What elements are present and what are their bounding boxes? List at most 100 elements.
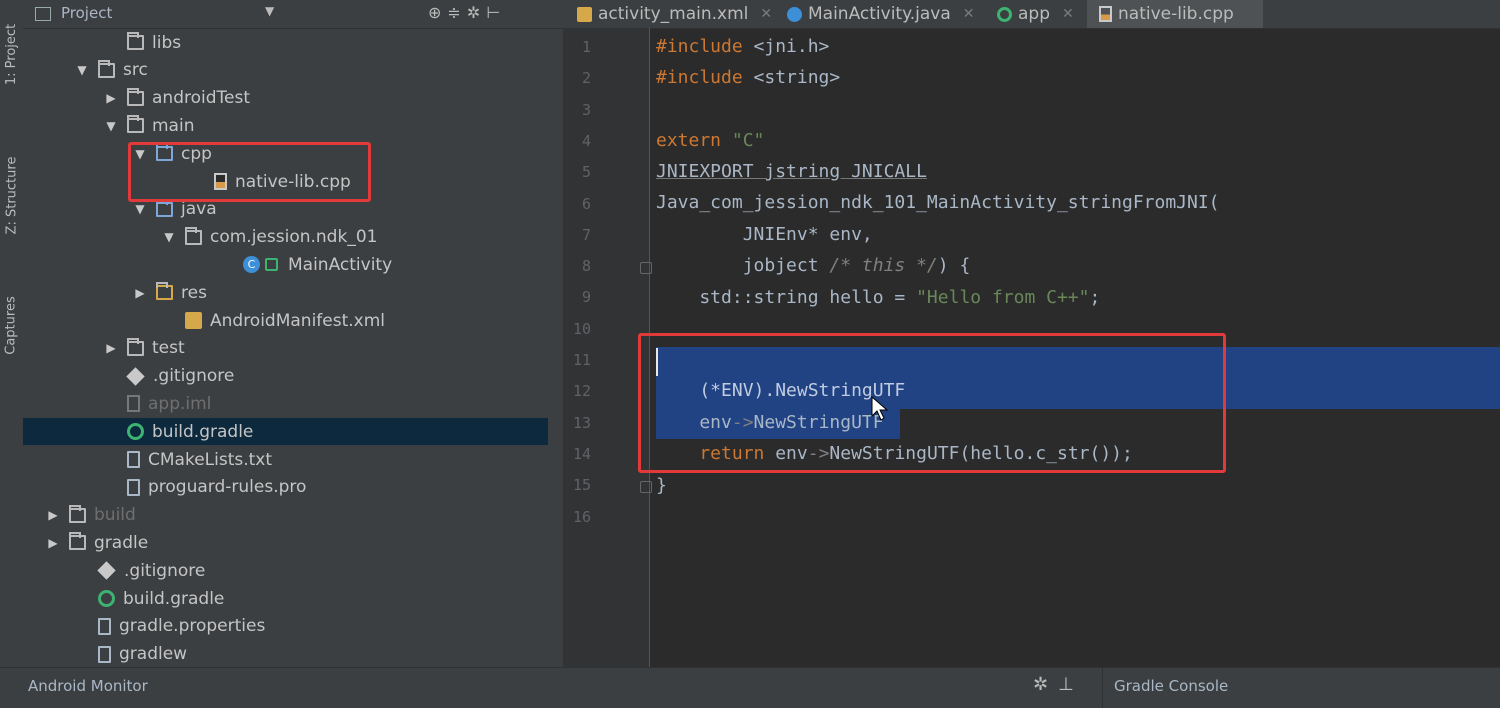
close-icon[interactable]: ✕ — [963, 6, 975, 22]
hide-panel-icon[interactable]: ⊢ — [486, 3, 506, 22]
tree-item[interactable]: CMakeLists.txt — [23, 446, 548, 473]
line-number: 10 — [572, 319, 591, 338]
project-tool-tab[interactable]: 1: Project — [0, 8, 23, 100]
tree-item[interactable]: libs — [23, 29, 548, 56]
gear-icon[interactable]: ✲ — [467, 3, 486, 22]
collapse-arrow-icon[interactable]: ▶ — [47, 508, 59, 522]
structure-tool-tab[interactable]: Z: Structure — [0, 140, 23, 250]
line-number: 12 — [572, 382, 591, 401]
tab-activity-main-xml[interactable]: activity_main.xml ✕ — [563, 0, 775, 28]
expand-arrow-icon[interactable]: ▼ — [76, 63, 88, 77]
project-view-selector[interactable]: Project — [61, 4, 112, 22]
gradle-console-tab[interactable]: Gradle Console — [1114, 677, 1228, 695]
text-file-icon — [127, 478, 140, 496]
tree-item[interactable]: build.gradle — [23, 418, 548, 446]
tree-item[interactable]: ▶ androidTest — [23, 85, 548, 112]
tree-item-label: com.jession.ndk_01 — [210, 227, 378, 248]
tree-item[interactable]: ▼ com.jession.ndk_01 — [23, 224, 548, 251]
folder-icon — [69, 532, 86, 551]
tree-item[interactable]: gradlew — [23, 641, 548, 668]
tree-item[interactable]: gradle.properties — [23, 613, 548, 640]
tree-item[interactable]: ▶ res — [23, 279, 548, 306]
tree-item-label: build.gradle — [152, 421, 254, 442]
code-token: jobject — [656, 255, 819, 276]
text-file-icon — [98, 645, 111, 663]
project-panel-header: Project ▼ ⊕≑✲⊢ — [23, 0, 563, 29]
tab-app-gradle[interactable]: app ✕ — [985, 0, 1085, 28]
project-panel-toolbar: ⊕≑✲⊢ — [428, 3, 506, 22]
tree-item[interactable]: .gitignore — [23, 557, 548, 584]
tree-item-label: res — [181, 282, 207, 303]
code-line-15: } — [656, 475, 667, 496]
tree-item[interactable]: ▶ test — [23, 335, 548, 362]
bottom-divider — [1102, 668, 1103, 708]
captures-tool-tab[interactable]: Captures — [0, 280, 23, 370]
tree-item[interactable]: .gitignore — [23, 363, 548, 390]
line-number: 15 — [572, 476, 591, 495]
iml-file-icon — [127, 395, 140, 413]
tab-native-lib-cpp[interactable]: native-lib.cpp — [1087, 0, 1263, 28]
fold-marker-icon[interactable] — [640, 481, 652, 493]
tree-item-label: build — [94, 505, 136, 526]
tree-item[interactable]: ▼ main — [23, 112, 548, 139]
code-token: ; — [1089, 287, 1101, 308]
code-token: ) { — [937, 255, 971, 276]
tree-item[interactable]: proguard-rules.pro — [23, 474, 548, 501]
tree-item-label: .gitignore — [124, 560, 206, 581]
gradle-icon — [127, 423, 144, 441]
xml-file-icon — [577, 6, 592, 22]
expand-arrow-icon[interactable]: ▼ — [134, 202, 146, 216]
close-icon[interactable]: ✕ — [1062, 6, 1074, 22]
line-number: 9 — [581, 288, 591, 307]
tab-mainactivity-java[interactable]: MainActivity.java ✕ — [775, 0, 985, 28]
tree-item-label: CMakeLists.txt — [148, 449, 273, 470]
collapse-arrow-icon[interactable]: ▶ — [47, 536, 59, 550]
collapse-icon[interactable]: ≑ — [447, 3, 466, 22]
tool-window-strip: 1: Project Z: Structure Captures — [0, 0, 24, 707]
tree-item[interactable]: C MainActivity — [23, 251, 548, 278]
folder-icon — [127, 87, 144, 106]
tree-item-label: gradle.properties — [119, 616, 266, 637]
tree-item[interactable]: ▼ src — [23, 57, 548, 84]
code-token: /* this */ — [818, 255, 938, 276]
editor-tab-bar: activity_main.xml ✕ MainActivity.java ✕ … — [563, 0, 1500, 29]
folder-icon — [127, 115, 144, 134]
target-icon[interactable]: ⊕ — [428, 3, 447, 22]
code-line-4: extern "C" — [656, 129, 764, 153]
tree-item-label: test — [152, 338, 185, 359]
code-token: "C" — [721, 130, 765, 151]
fold-marker-icon[interactable] — [640, 262, 652, 274]
editor-gutter: 1 2 3 4 5 6 7 8 9 10 11 12 13 14 15 16 — [563, 28, 650, 667]
expand-arrow-icon[interactable]: ▼ — [163, 230, 175, 244]
collapse-arrow-icon[interactable]: ▶ — [105, 341, 117, 355]
collapse-arrow-icon[interactable]: ▶ — [134, 286, 146, 300]
hide-panel-icon[interactable]: ⊥ — [1058, 674, 1084, 695]
tree-item-label: build.gradle — [123, 588, 225, 609]
tree-item[interactable]: ▶ build — [23, 502, 548, 529]
tab-label: native-lib.cpp — [1118, 4, 1234, 24]
tree-item[interactable]: AndroidManifest.xml — [23, 307, 548, 334]
code-line-9: std::string hello = "Hello from C++"; — [656, 286, 1100, 310]
tree-item-label: app.iml — [148, 393, 212, 414]
tree-item-label: androidTest — [152, 88, 250, 109]
close-icon[interactable]: ✕ — [760, 6, 772, 22]
res-folder-icon — [156, 282, 173, 301]
tree-item[interactable]: app.iml — [23, 390, 548, 417]
git-icon — [97, 561, 116, 580]
tree-item[interactable]: build.gradle — [23, 585, 548, 612]
line-number: 14 — [572, 444, 591, 463]
line-number: 1 — [581, 38, 591, 56]
code-token: extern — [656, 130, 722, 151]
android-monitor-tab[interactable]: Android Monitor — [28, 677, 148, 695]
collapse-arrow-icon[interactable]: ▶ — [105, 91, 117, 105]
gear-icon[interactable]: ✲ — [1033, 674, 1058, 695]
dropdown-caret-icon[interactable]: ▼ — [265, 4, 274, 18]
expand-arrow-icon[interactable]: ▼ — [105, 119, 117, 133]
line-number: 6 — [581, 194, 591, 213]
line-number: 16 — [572, 507, 591, 526]
tree-item-label: gradle — [94, 532, 149, 553]
tree-item-label: AndroidManifest.xml — [210, 310, 386, 331]
tree-item-label: MainActivity — [288, 254, 393, 275]
lock-icon — [265, 258, 278, 272]
tree-item[interactable]: ▶ gradle — [23, 529, 548, 556]
